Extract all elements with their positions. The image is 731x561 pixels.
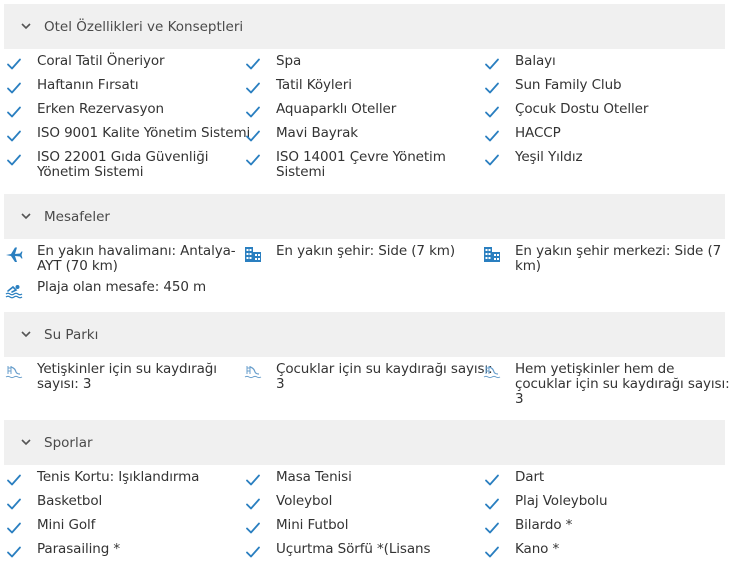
check-icon [483,495,501,513]
feature-item: Plaj Voleybolu [515,493,608,509]
chevron-down-icon [20,329,32,341]
check-icon [244,55,262,73]
check-icon [483,55,501,73]
check-icon [483,543,501,561]
check-icon [483,79,501,97]
check-icon [5,495,23,513]
feature-item: Erken Rezervasyon [37,101,164,117]
feature-item: Voleybol [276,493,333,509]
feature-item: Masa Tenisi [276,469,352,485]
section-header-sports[interactable]: Sporlar [4,420,725,465]
feature-item: Hem yetişkinler hem de çocuklar için su … [515,361,730,407]
feature-item: Yeşil Yıldız [515,149,583,165]
water-slide-icon [483,363,501,381]
check-icon [5,519,23,537]
section-header-hotel-features[interactable]: Otel Özellikleri ve Konseptleri [4,4,725,49]
feature-item: En yakın havalimanı: Antalya- AYT (70 km… [37,243,236,274]
check-icon [5,55,23,73]
feature-item: ISO 22001 Gıda Güvenliği Yönetim Sistemi [37,149,209,180]
check-icon [244,519,262,537]
feature-item: Spa [276,53,302,69]
feature-item: En yakın şehir merkezi: Side (7 km) [515,243,722,274]
feature-item: Çocuk Dostu Oteller [515,101,649,117]
chevron-down-icon [20,211,32,223]
check-icon [244,495,262,513]
feature-item: HACCP [515,125,561,141]
check-icon [5,103,23,121]
check-icon [244,79,262,97]
feature-item: Mini Golf [37,517,96,533]
feature-item: Balayı [515,53,556,69]
feature-item: Bilardo * [515,517,573,533]
section-header-distances[interactable]: Mesafeler [4,194,725,239]
feature-item: Yetişkinler için su kaydırağı sayısı: 3 [37,361,217,392]
feature-item: Coral Tatil Öneriyor [37,53,165,69]
check-icon [483,151,501,169]
feature-item: En yakın şehir: Side (7 km) [276,243,456,259]
feature-item: Mini Futbol [276,517,349,533]
feature-item: Tenis Kortu: Işıklandırma [37,469,200,485]
check-icon [244,471,262,489]
feature-item: Uçurtma Sörfü *(Lisans [276,541,431,557]
check-icon [483,103,501,121]
check-icon [483,127,501,145]
airplane-icon [5,245,23,263]
feature-item: Haftanın Fırsatı [37,77,139,93]
feature-item: Aquaparklı Oteller [276,101,397,117]
section-title: Otel Özellikleri ve Konseptleri [44,18,244,35]
section-title: Su Parkı [44,326,99,343]
section-title: Mesafeler [44,208,110,225]
chevron-down-icon [20,21,32,33]
check-icon [5,79,23,97]
swimmer-icon [5,281,23,299]
check-icon [5,151,23,169]
city-icon [244,245,262,263]
section-header-water-park[interactable]: Su Parkı [4,312,725,357]
feature-item: Kano * [515,541,560,557]
check-icon [5,127,23,145]
feature-item: ISO 14001 Çevre Yönetim Sistemi [276,149,446,180]
check-icon [5,471,23,489]
feature-item: Tatil Köyleri [276,77,352,93]
section-title: Sporlar [44,434,93,451]
check-icon [5,543,23,561]
check-icon [244,127,262,145]
check-icon [244,151,262,169]
feature-item: Parasailing * [37,541,121,557]
feature-item: Çocuklar için su kaydırağı sayısı: 3 [276,361,493,392]
check-icon [244,543,262,561]
chevron-down-icon [20,437,32,449]
feature-item: Plaja olan mesafe: 450 m [37,279,207,295]
water-slide-icon [244,363,262,381]
feature-item: Dart [515,469,545,485]
feature-item: ISO 9001 Kalite Yönetim Sistemi [37,125,251,141]
water-slide-icon [5,363,23,381]
feature-item: Basketbol [37,493,103,509]
check-icon [483,519,501,537]
city-icon [483,245,501,263]
feature-item: Sun Family Club [515,77,622,93]
check-icon [483,471,501,489]
feature-item: Mavi Bayrak [276,125,359,141]
check-icon [244,103,262,121]
